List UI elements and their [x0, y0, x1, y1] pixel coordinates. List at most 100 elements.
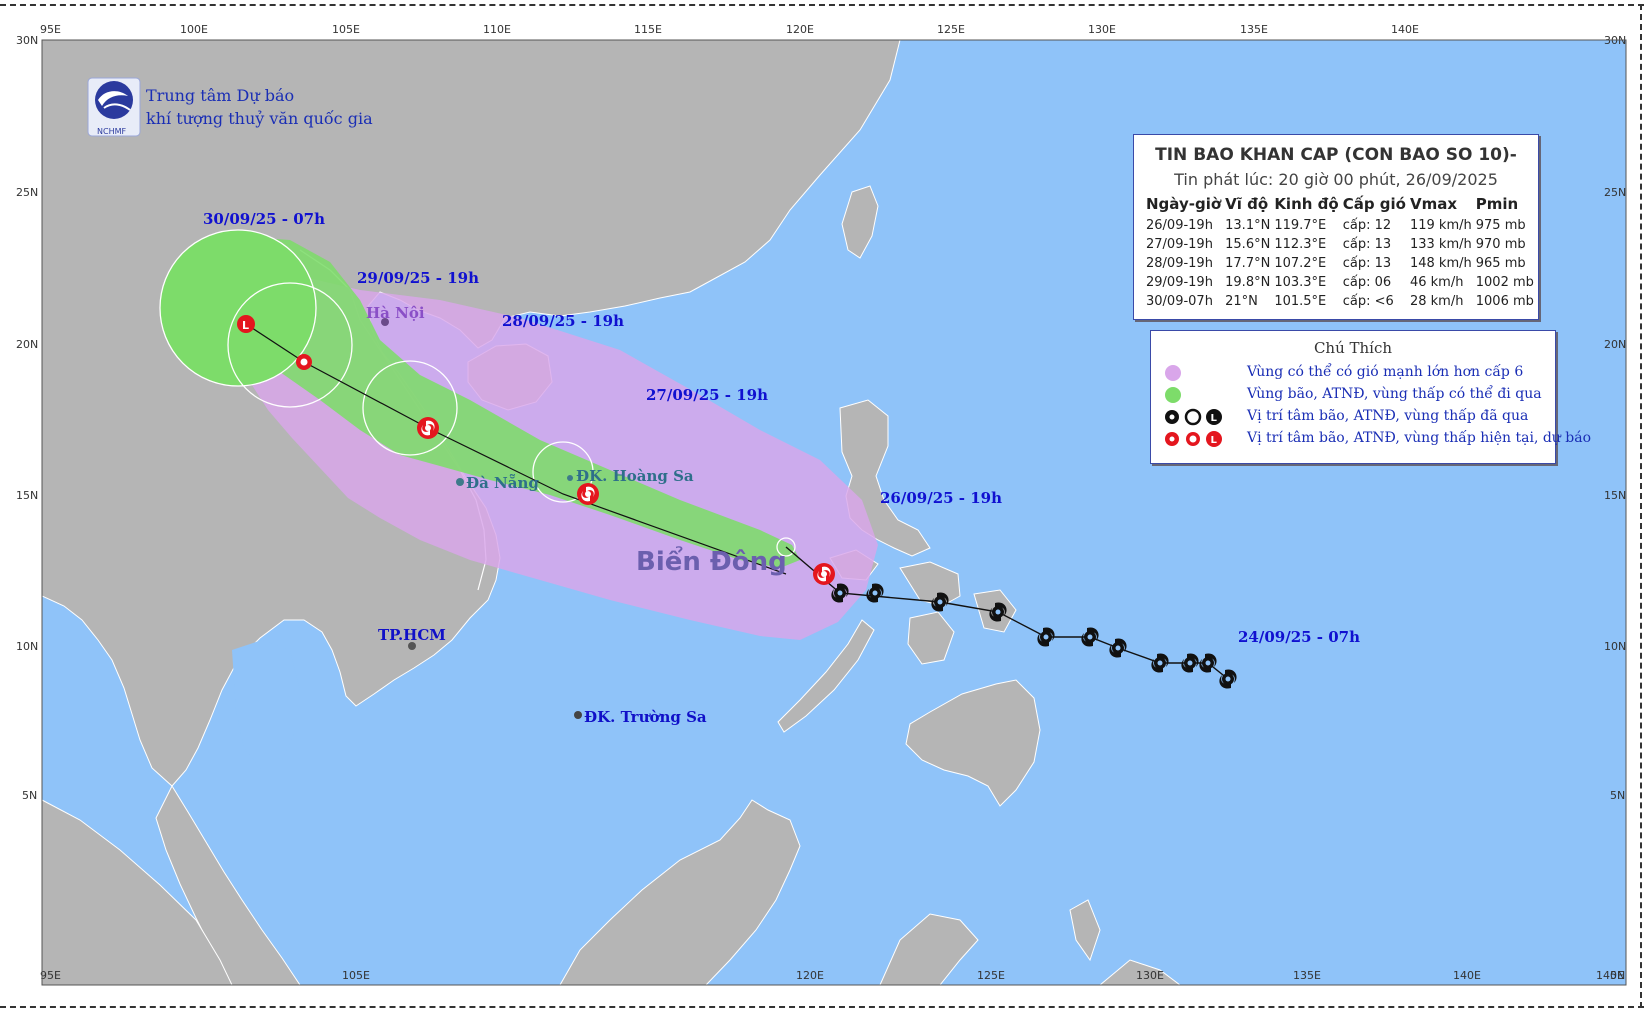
- label-30-09: 30/09/25 - 07h: [203, 210, 325, 228]
- forecast-position-26-09: [813, 563, 835, 585]
- svg-text:130E: 130E: [1088, 23, 1116, 36]
- svg-text:15N: 15N: [1604, 489, 1626, 502]
- label-28-09: 28/09/25 - 19h: [502, 312, 624, 330]
- cell-wind-level: cấp: 06: [1342, 274, 1392, 290]
- cell-vmax: 46 km/h: [1409, 274, 1464, 290]
- svg-text:125E: 125E: [977, 969, 1005, 982]
- cell-lat: 15.6°N: [1225, 236, 1271, 252]
- cell-lat: 19.8°N: [1225, 274, 1271, 290]
- col-header-vmax: Vmax: [1409, 195, 1458, 213]
- label-hcm: TP.HCM: [378, 626, 446, 644]
- cell-wind-level: cấp: 12: [1342, 217, 1392, 233]
- bulletin-issued-time: Tin phát lúc: 20 giờ 00 phút, 26/09/2025: [1174, 170, 1498, 189]
- label-hanoi: Hà Nội: [366, 304, 425, 322]
- cell-lon: 107.2°E: [1274, 255, 1327, 271]
- table-row: 26/09-19h 13.1°N 119.7°E cấp: 12 119 km/…: [1146, 216, 1538, 235]
- svg-text:L: L: [1211, 435, 1218, 446]
- svg-text:L: L: [242, 319, 249, 332]
- svg-text:30N: 30N: [16, 34, 38, 47]
- cell-pmin: 1002 mb: [1475, 274, 1534, 290]
- col-header-pmin: Pmin: [1475, 195, 1519, 213]
- lat-ticks-left: 30N 25N 20N 15N 10N 5N: [16, 34, 38, 802]
- svg-text:20N: 20N: [16, 338, 38, 351]
- legend-item-cone: Vùng bão, ATNĐ, vùng thấp có thể đi qua: [1163, 385, 1553, 405]
- cell-vmax: 133 km/h: [1409, 236, 1472, 252]
- svg-text:130E: 130E: [1136, 969, 1164, 982]
- svg-text:140E: 140E: [1453, 969, 1481, 982]
- forecast-position-30-09: L: [237, 315, 255, 333]
- svg-text:20N: 20N: [1604, 338, 1626, 351]
- legend-item-past-positions: L Vị trí tâm bão, ATNĐ, vùng thấp đã qua: [1163, 407, 1553, 427]
- label-24-09: 24/09/25 - 07h: [1238, 628, 1360, 646]
- svg-text:5N: 5N: [1610, 789, 1625, 802]
- lon-ticks-top: 95E 100E 105E 110E 115E 120E 125E 130E 1…: [40, 23, 1419, 36]
- forecast-position-27-09: [577, 483, 599, 505]
- table-row: 29/09-19h 19.8°N 103.3°E cấp: 06 46 km/h…: [1146, 273, 1538, 292]
- agency-name-line1: Trung tâm Dự báo: [146, 86, 294, 105]
- cell-lat: 13.1°N: [1225, 217, 1271, 233]
- cell-vmax: 119 km/h: [1409, 217, 1472, 233]
- border-right: [1640, 4, 1642, 1008]
- svg-text:110E: 110E: [483, 23, 511, 36]
- svg-text:5N: 5N: [22, 789, 37, 802]
- svg-text:135E: 135E: [1240, 23, 1268, 36]
- table-row: 28/09-19h 17.7°N 107.2°E cấp: 13 148 km/…: [1146, 254, 1538, 273]
- forecast-position-29-09: [296, 354, 312, 370]
- svg-text:95E: 95E: [40, 969, 61, 982]
- svg-text:10N: 10N: [1604, 640, 1626, 653]
- green-dot-icon: [1165, 387, 1181, 403]
- legend-title: Chú Thích: [1313, 339, 1393, 357]
- svg-text:145E: 145E: [1596, 969, 1624, 982]
- svg-text:105E: 105E: [332, 23, 360, 36]
- col-header-wind-level: Cấp gió: [1342, 195, 1406, 213]
- svg-text:NCHMF: NCHMF: [97, 127, 126, 136]
- label-hoangsa: ĐK. Hoàng Sa: [576, 467, 694, 485]
- svg-text:125E: 125E: [937, 23, 965, 36]
- svg-text:120E: 120E: [796, 969, 824, 982]
- cell-vmax: 28 km/h: [1409, 293, 1464, 309]
- label-truongsa: ĐK. Trường Sa: [584, 708, 707, 726]
- col-header-lat: Vĩ độ: [1225, 195, 1269, 213]
- legend-item-forecast-positions: L Vị trí tâm bão, ATNĐ, vùng thấp hiện t…: [1163, 429, 1591, 449]
- table-header-row: Ngày-giờ Vĩ độ Kinh độ Cấp gió Vmax Pmin: [1146, 195, 1538, 216]
- past-cyclone-icons: L: [1165, 408, 1222, 426]
- forecast-cyclone-icons: L: [1165, 431, 1222, 447]
- cell-wind-level: cấp: 13: [1342, 255, 1392, 271]
- table-row: 27/09-19h 15.6°N 112.3°E cấp: 13 133 km/…: [1146, 235, 1538, 254]
- svg-text:15N: 15N: [16, 489, 38, 502]
- cell-wind-level: cấp: 13: [1342, 236, 1392, 252]
- svg-text:10N: 10N: [16, 640, 38, 653]
- svg-text:120E: 120E: [786, 23, 814, 36]
- cell-datetime: 26/09-19h: [1146, 217, 1213, 233]
- cell-lat: 17.7°N: [1225, 255, 1271, 271]
- svg-text:25N: 25N: [16, 186, 38, 199]
- cell-lon: 119.7°E: [1274, 217, 1327, 233]
- cell-datetime: 27/09-19h: [1146, 236, 1213, 252]
- svg-text:105E: 105E: [342, 969, 370, 982]
- cell-pmin: 975 mb: [1475, 217, 1526, 233]
- svg-text:100E: 100E: [180, 23, 208, 36]
- cell-vmax: 148 km/h: [1409, 255, 1472, 271]
- svg-text:L: L: [1211, 413, 1218, 424]
- cell-lat: 21°N: [1225, 293, 1258, 309]
- label-27-09: 27/09/25 - 19h: [646, 386, 768, 404]
- agency-name-line2: khí tượng thuỷ văn quốc gia: [146, 109, 373, 128]
- bulletin-panel: TIN BAO KHAN CAP (CON BAO SO 10)- Tin ph…: [1133, 134, 1539, 320]
- svg-text:140E: 140E: [1391, 23, 1419, 36]
- storm-map-frame: 95E 100E 105E 110E 115E 120E 125E 130E 1…: [0, 0, 1644, 1011]
- svg-text:95E: 95E: [40, 23, 61, 36]
- cell-wind-level: cấp: <6: [1342, 293, 1394, 309]
- col-header-datetime: Ngày-giờ: [1146, 195, 1222, 213]
- cell-datetime: 29/09-19h: [1146, 274, 1213, 290]
- cell-datetime: 30/09-07h: [1146, 293, 1213, 309]
- purple-dot-icon: [1165, 365, 1181, 381]
- cell-pmin: 970 mb: [1475, 236, 1526, 252]
- svg-text:135E: 135E: [1293, 969, 1321, 982]
- legend-panel: Chú Thích Vùng có thể có gió mạnh lớn hơ…: [1150, 330, 1591, 464]
- border-bottom: [0, 1006, 1644, 1008]
- table-row: 30/09-07h 21°N 101.5°E cấp: <6 28 km/h 1…: [1146, 292, 1538, 311]
- agency-logo: NCHMF: [87, 77, 141, 137]
- border-top: [0, 4, 1644, 6]
- cell-pmin: 1006 mb: [1475, 293, 1534, 309]
- svg-text:115E: 115E: [634, 23, 662, 36]
